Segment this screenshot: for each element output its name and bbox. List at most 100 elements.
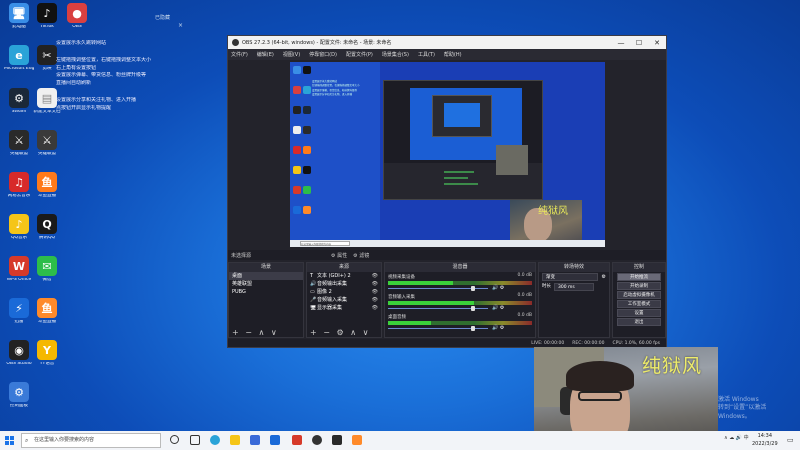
scene-item[interactable]: PUBG — [229, 288, 303, 296]
volume-slider[interactable]: 🔊 ⚙ — [388, 285, 532, 291]
control-button[interactable]: 工作室模式 — [617, 300, 661, 308]
desktop-icon[interactable]: ⚔ 英雄联盟 — [32, 130, 62, 157]
volume-knob[interactable] — [471, 306, 475, 311]
edge-icon[interactable] — [210, 435, 220, 445]
system-tray[interactable]: ∧ ☁ 🔊 中 — [724, 434, 749, 441]
control-button[interactable]: 开始推流 — [617, 273, 661, 281]
desktop-icon-label: 控制面板 — [10, 404, 28, 408]
app-icon: W — [9, 256, 29, 276]
app-icon: ♫ — [9, 172, 29, 192]
source-item[interactable]: T 文本 (GDI+) 2 👁 — [307, 272, 381, 280]
desktop-icon-label: YY语音 — [39, 362, 55, 366]
desktop-icon[interactable]: Q 腾讯QQ — [32, 214, 62, 241]
mixer-dock: 混音器 视频采集设备 0.0 dB 🔊 ⚙ 音频输入采集 0.0 dB 🔊 ⚙ 桌面音频 0.… — [384, 262, 536, 338]
scenes-dock: 场景 桌面 英雄联盟 PUBG + − ∧ ∨ — [228, 262, 304, 338]
desktop-icon[interactable]: Y YY语音 — [32, 340, 62, 367]
desktop-icon[interactable]: 鱼斗鱼直播 — [32, 172, 62, 199]
task-view-icon[interactable] — [190, 435, 200, 445]
volume-slider[interactable]: 🔊 ⚙ — [388, 325, 532, 331]
preview-desktop-icon — [303, 166, 311, 174]
scenes-toolbar[interactable]: + − ∧ ∨ — [229, 328, 303, 337]
cortana-icon[interactable] — [170, 435, 179, 444]
desktop-icon[interactable]: ⚡ 迅雷 — [4, 298, 34, 325]
taskbar-search[interactable]: ⌕ 在这里输入你要搜索的内容 — [21, 433, 161, 448]
obs-preview[interactable]: 设置展示永久跳转网站 左键拖拽调整位置，右键拖拽调整文本大小 设置展示弹幕、带货… — [290, 62, 605, 247]
desktop-icon[interactable]: ◉ OBS Studio — [4, 340, 34, 367]
scene-item[interactable]: 英雄联盟 — [229, 280, 303, 288]
volume-knob[interactable] — [471, 326, 475, 331]
duration-label: 时长 — [542, 284, 551, 289]
desktop-icon[interactable]: ♪ QQ音乐 — [4, 214, 34, 241]
mute-icon[interactable]: 🔊 ⚙ — [492, 285, 504, 291]
preview-webcam-caption: 纯狱风 — [538, 206, 568, 217]
visibility-icon[interactable]: 👁 — [372, 304, 378, 312]
app-icon: 🖥 — [9, 3, 29, 23]
scene-item[interactable]: 桌面 — [229, 272, 303, 280]
menu-item[interactable]: 工具(T) — [418, 51, 435, 58]
desktop-icon[interactable]: 鱼斗鱼直播 — [32, 298, 62, 325]
sources-toolbar[interactable]: + − ⚙ ∧ ∨ — [307, 328, 381, 337]
nested-screen — [444, 103, 480, 127]
menu-item[interactable]: 配置文件(P) — [346, 51, 373, 58]
desktop-icon[interactable]: ♪ TikTok — [32, 3, 62, 30]
notification-icon[interactable]: ▭ — [787, 436, 794, 444]
mixer-channel-db: 0.0 dB — [517, 293, 532, 298]
menu-item[interactable]: 帮助(H) — [444, 51, 462, 58]
desktop-icon[interactable]: ♫ 网易云音乐 — [4, 172, 34, 199]
desktop-icon[interactable]: ⚙ 控制面板 — [4, 382, 34, 409]
transition-settings-icon[interactable]: ⚙ — [602, 273, 606, 281]
transition-select[interactable]: 渐变 — [542, 273, 598, 281]
desktop-icon[interactable]: 🖥 此电脑 — [4, 3, 34, 30]
preview-nested-obs — [383, 80, 543, 200]
source-name: 显示器采集 — [317, 305, 343, 311]
minimize-button[interactable]: — — [612, 39, 630, 47]
search-icon: ⌕ — [25, 437, 29, 444]
desktop-icon[interactable]: ⚙ Steam — [4, 88, 34, 115]
volume-slider[interactable]: 🔊 ⚙ — [388, 305, 532, 311]
menu-item[interactable]: 编辑(E) — [257, 51, 274, 58]
desktop-icon[interactable]: e Microsoft Edge — [4, 45, 34, 72]
visibility-icon[interactable]: 👁 — [372, 272, 378, 280]
mute-icon[interactable]: 🔊 ⚙ — [492, 305, 504, 311]
control-button[interactable]: 退出 — [617, 318, 661, 326]
source-item[interactable]: 🎤 音频输入采集 👁 — [307, 296, 381, 304]
desktop-icon[interactable]: W WPS Office — [4, 256, 34, 283]
source-name: 音频输出采集 — [317, 281, 348, 287]
douyu-taskbar-icon[interactable] — [352, 435, 362, 445]
close-button[interactable]: ✕ — [648, 39, 666, 47]
volume-knob[interactable] — [471, 286, 475, 291]
maximize-button[interactable]: ☐ — [630, 39, 648, 47]
properties-button[interactable]: ⚙ 属性 — [331, 252, 347, 259]
desktop-icon[interactable]: ● OBS — [62, 3, 92, 30]
source-name: 文本 (GDI+) 2 — [317, 273, 351, 279]
visibility-icon[interactable]: 👁 — [372, 296, 378, 304]
mail-icon[interactable] — [270, 435, 280, 445]
desktop-icon[interactable]: ⚔ 英雄联盟 — [4, 130, 34, 157]
control-button[interactable]: 开始录制 — [617, 282, 661, 290]
mute-icon[interactable]: 🔊 ⚙ — [492, 325, 504, 331]
desktop-icon[interactable]: ✉ 微信 — [32, 256, 62, 283]
store-icon[interactable] — [250, 435, 260, 445]
menu-item[interactable]: 视图(V) — [283, 51, 300, 58]
file-explorer-icon[interactable] — [230, 435, 240, 445]
lol-taskbar-icon[interactable] — [332, 435, 342, 445]
obs-taskbar-icon[interactable] — [312, 435, 322, 445]
control-button[interactable]: 设置 — [617, 309, 661, 317]
source-item[interactable]: ▭ 图像 2 👁 — [307, 288, 381, 296]
office-icon[interactable] — [292, 435, 302, 445]
note-close-icon[interactable]: × — [178, 22, 183, 29]
clock[interactable]: 14:34 2022/3/29 — [752, 433, 778, 448]
start-button[interactable] — [5, 436, 14, 445]
source-item[interactable]: 🖥 显示器采集 👁 — [307, 304, 381, 312]
duration-input[interactable]: 300 ms — [554, 283, 594, 291]
menu-item[interactable]: 文件(F) — [231, 51, 248, 58]
preview-desktop-icon — [293, 106, 301, 114]
menu-item[interactable]: 场景集合(S) — [382, 51, 409, 58]
visibility-icon[interactable]: 👁 — [372, 288, 378, 296]
menu-item[interactable]: 停靠窗口(D) — [309, 51, 337, 58]
visibility-icon[interactable]: 👁 — [372, 280, 378, 288]
source-item[interactable]: 🔊 音频输出采集 👁 — [307, 280, 381, 288]
filters-button[interactable]: ⚙ 滤镜 — [353, 252, 369, 259]
control-button[interactable]: 启动虚拟摄像机 — [617, 291, 661, 299]
source-label-row: 未选择源 ⚙ 属性 ⚙ 滤镜 — [228, 250, 666, 260]
